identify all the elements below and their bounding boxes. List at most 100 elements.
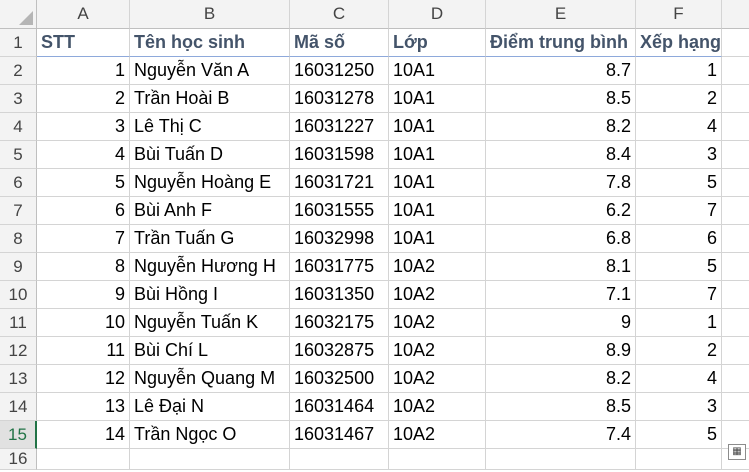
student-name-cell[interactable]: Bùi Anh F [130,197,290,225]
empty-cell[interactable] [722,365,749,393]
student-code-cell[interactable]: 16031598 [290,141,389,169]
stt-cell[interactable]: 9 [37,281,130,309]
student-code-cell[interactable]: 16031278 [290,85,389,113]
stt-cell[interactable]: 12 [37,365,130,393]
class-cell[interactable]: 10A1 [389,85,486,113]
column-header-a[interactable]: A [37,0,130,29]
empty-cell[interactable] [722,309,749,337]
class-cell[interactable]: 10A2 [389,365,486,393]
class-cell[interactable]: 10A2 [389,337,486,365]
rank-cell[interactable]: 5 [636,421,722,449]
column-header-g-partial[interactable] [722,0,749,29]
empty-cell[interactable] [722,393,749,421]
header-class-cell[interactable]: Lớp [389,29,486,57]
student-name-cell[interactable]: Trần Tuấn G [130,225,290,253]
empty-cell[interactable] [290,449,389,470]
average-score-cell[interactable]: 7.4 [486,421,636,449]
rank-cell[interactable]: 7 [636,197,722,225]
average-score-cell[interactable]: 8.5 [486,393,636,421]
average-score-cell[interactable]: 8.9 [486,337,636,365]
empty-cell[interactable] [722,113,749,141]
empty-cell[interactable] [722,281,749,309]
row-header[interactable]: 13 [0,365,37,393]
rank-cell[interactable]: 1 [636,57,722,85]
row-header[interactable]: 6 [0,169,37,197]
student-code-cell[interactable]: 16031250 [290,57,389,85]
rank-cell[interactable]: 2 [636,337,722,365]
row-header[interactable]: 3 [0,85,37,113]
empty-cell[interactable] [722,57,749,85]
column-header-e[interactable]: E [486,0,636,29]
average-score-cell[interactable]: 6.2 [486,197,636,225]
stt-cell[interactable]: 4 [37,141,130,169]
row-header[interactable]: 2 [0,57,37,85]
stt-cell[interactable]: 13 [37,393,130,421]
rank-cell[interactable]: 5 [636,169,722,197]
row-header[interactable]: 5 [0,141,37,169]
stt-cell[interactable]: 10 [37,309,130,337]
stt-cell[interactable]: 11 [37,337,130,365]
empty-cell[interactable] [722,29,749,57]
student-name-cell[interactable]: Trần Hoài B [130,85,290,113]
class-cell[interactable]: 10A2 [389,281,486,309]
empty-cell[interactable] [636,449,722,470]
stt-cell[interactable]: 3 [37,113,130,141]
empty-cell[interactable] [722,197,749,225]
rank-cell[interactable]: 1 [636,309,722,337]
student-name-cell[interactable]: Nguyễn Hương H [130,253,290,281]
average-score-cell[interactable]: 9 [486,309,636,337]
average-score-cell[interactable]: 8.7 [486,57,636,85]
column-header-d[interactable]: D [389,0,486,29]
row-header[interactable]: 11 [0,309,37,337]
rank-cell[interactable]: 5 [636,253,722,281]
student-name-cell[interactable]: Nguyễn Hoàng E [130,169,290,197]
header-student-name-cell[interactable]: Tên học sinh [130,29,290,57]
class-cell[interactable]: 10A2 [389,253,486,281]
student-name-cell[interactable]: Bùi Hồng I [130,281,290,309]
student-name-cell[interactable]: Trần Ngọc O [130,421,290,449]
row-header[interactable]: 7 [0,197,37,225]
empty-cell[interactable] [486,449,636,470]
average-score-cell[interactable]: 8.4 [486,141,636,169]
student-code-cell[interactable]: 16032500 [290,365,389,393]
average-score-cell[interactable]: 7.1 [486,281,636,309]
empty-cell[interactable] [722,337,749,365]
student-code-cell[interactable]: 16031467 [290,421,389,449]
rank-cell[interactable]: 6 [636,225,722,253]
empty-cell[interactable] [722,169,749,197]
class-cell[interactable]: 10A1 [389,141,486,169]
quick-analysis-icon[interactable]: ▦ [728,444,746,460]
student-code-cell[interactable]: 16032875 [290,337,389,365]
student-code-cell[interactable]: 16031227 [290,113,389,141]
average-score-cell[interactable]: 8.2 [486,113,636,141]
rank-cell[interactable]: 7 [636,281,722,309]
row-header[interactable]: 1 [0,29,37,57]
student-name-cell[interactable]: Nguyễn Tuấn K [130,309,290,337]
average-score-cell[interactable]: 8.1 [486,253,636,281]
rank-cell[interactable]: 2 [636,85,722,113]
student-code-cell[interactable]: 16031350 [290,281,389,309]
stt-cell[interactable]: 2 [37,85,130,113]
column-header-c[interactable]: C [290,0,389,29]
rank-cell[interactable]: 4 [636,365,722,393]
stt-cell[interactable]: 6 [37,197,130,225]
stt-cell[interactable]: 7 [37,225,130,253]
empty-cell[interactable] [130,449,290,470]
student-code-cell[interactable]: 16032998 [290,225,389,253]
empty-cell[interactable] [722,85,749,113]
row-header[interactable]: 12 [0,337,37,365]
student-code-cell[interactable]: 16031775 [290,253,389,281]
empty-cell[interactable] [722,253,749,281]
class-cell[interactable]: 10A2 [389,309,486,337]
average-score-cell[interactable]: 7.8 [486,169,636,197]
stt-cell[interactable]: 8 [37,253,130,281]
empty-cell[interactable] [722,225,749,253]
class-cell[interactable]: 10A1 [389,197,486,225]
student-code-cell[interactable]: 16031464 [290,393,389,421]
header-student-code-cell[interactable]: Mã số [290,29,389,57]
row-header[interactable]: 4 [0,113,37,141]
column-header-b[interactable]: B [130,0,290,29]
student-name-cell[interactable]: Bùi Tuấn D [130,141,290,169]
student-code-cell[interactable]: 16031555 [290,197,389,225]
header-rank-cell[interactable]: Xếp hạng [636,29,722,57]
